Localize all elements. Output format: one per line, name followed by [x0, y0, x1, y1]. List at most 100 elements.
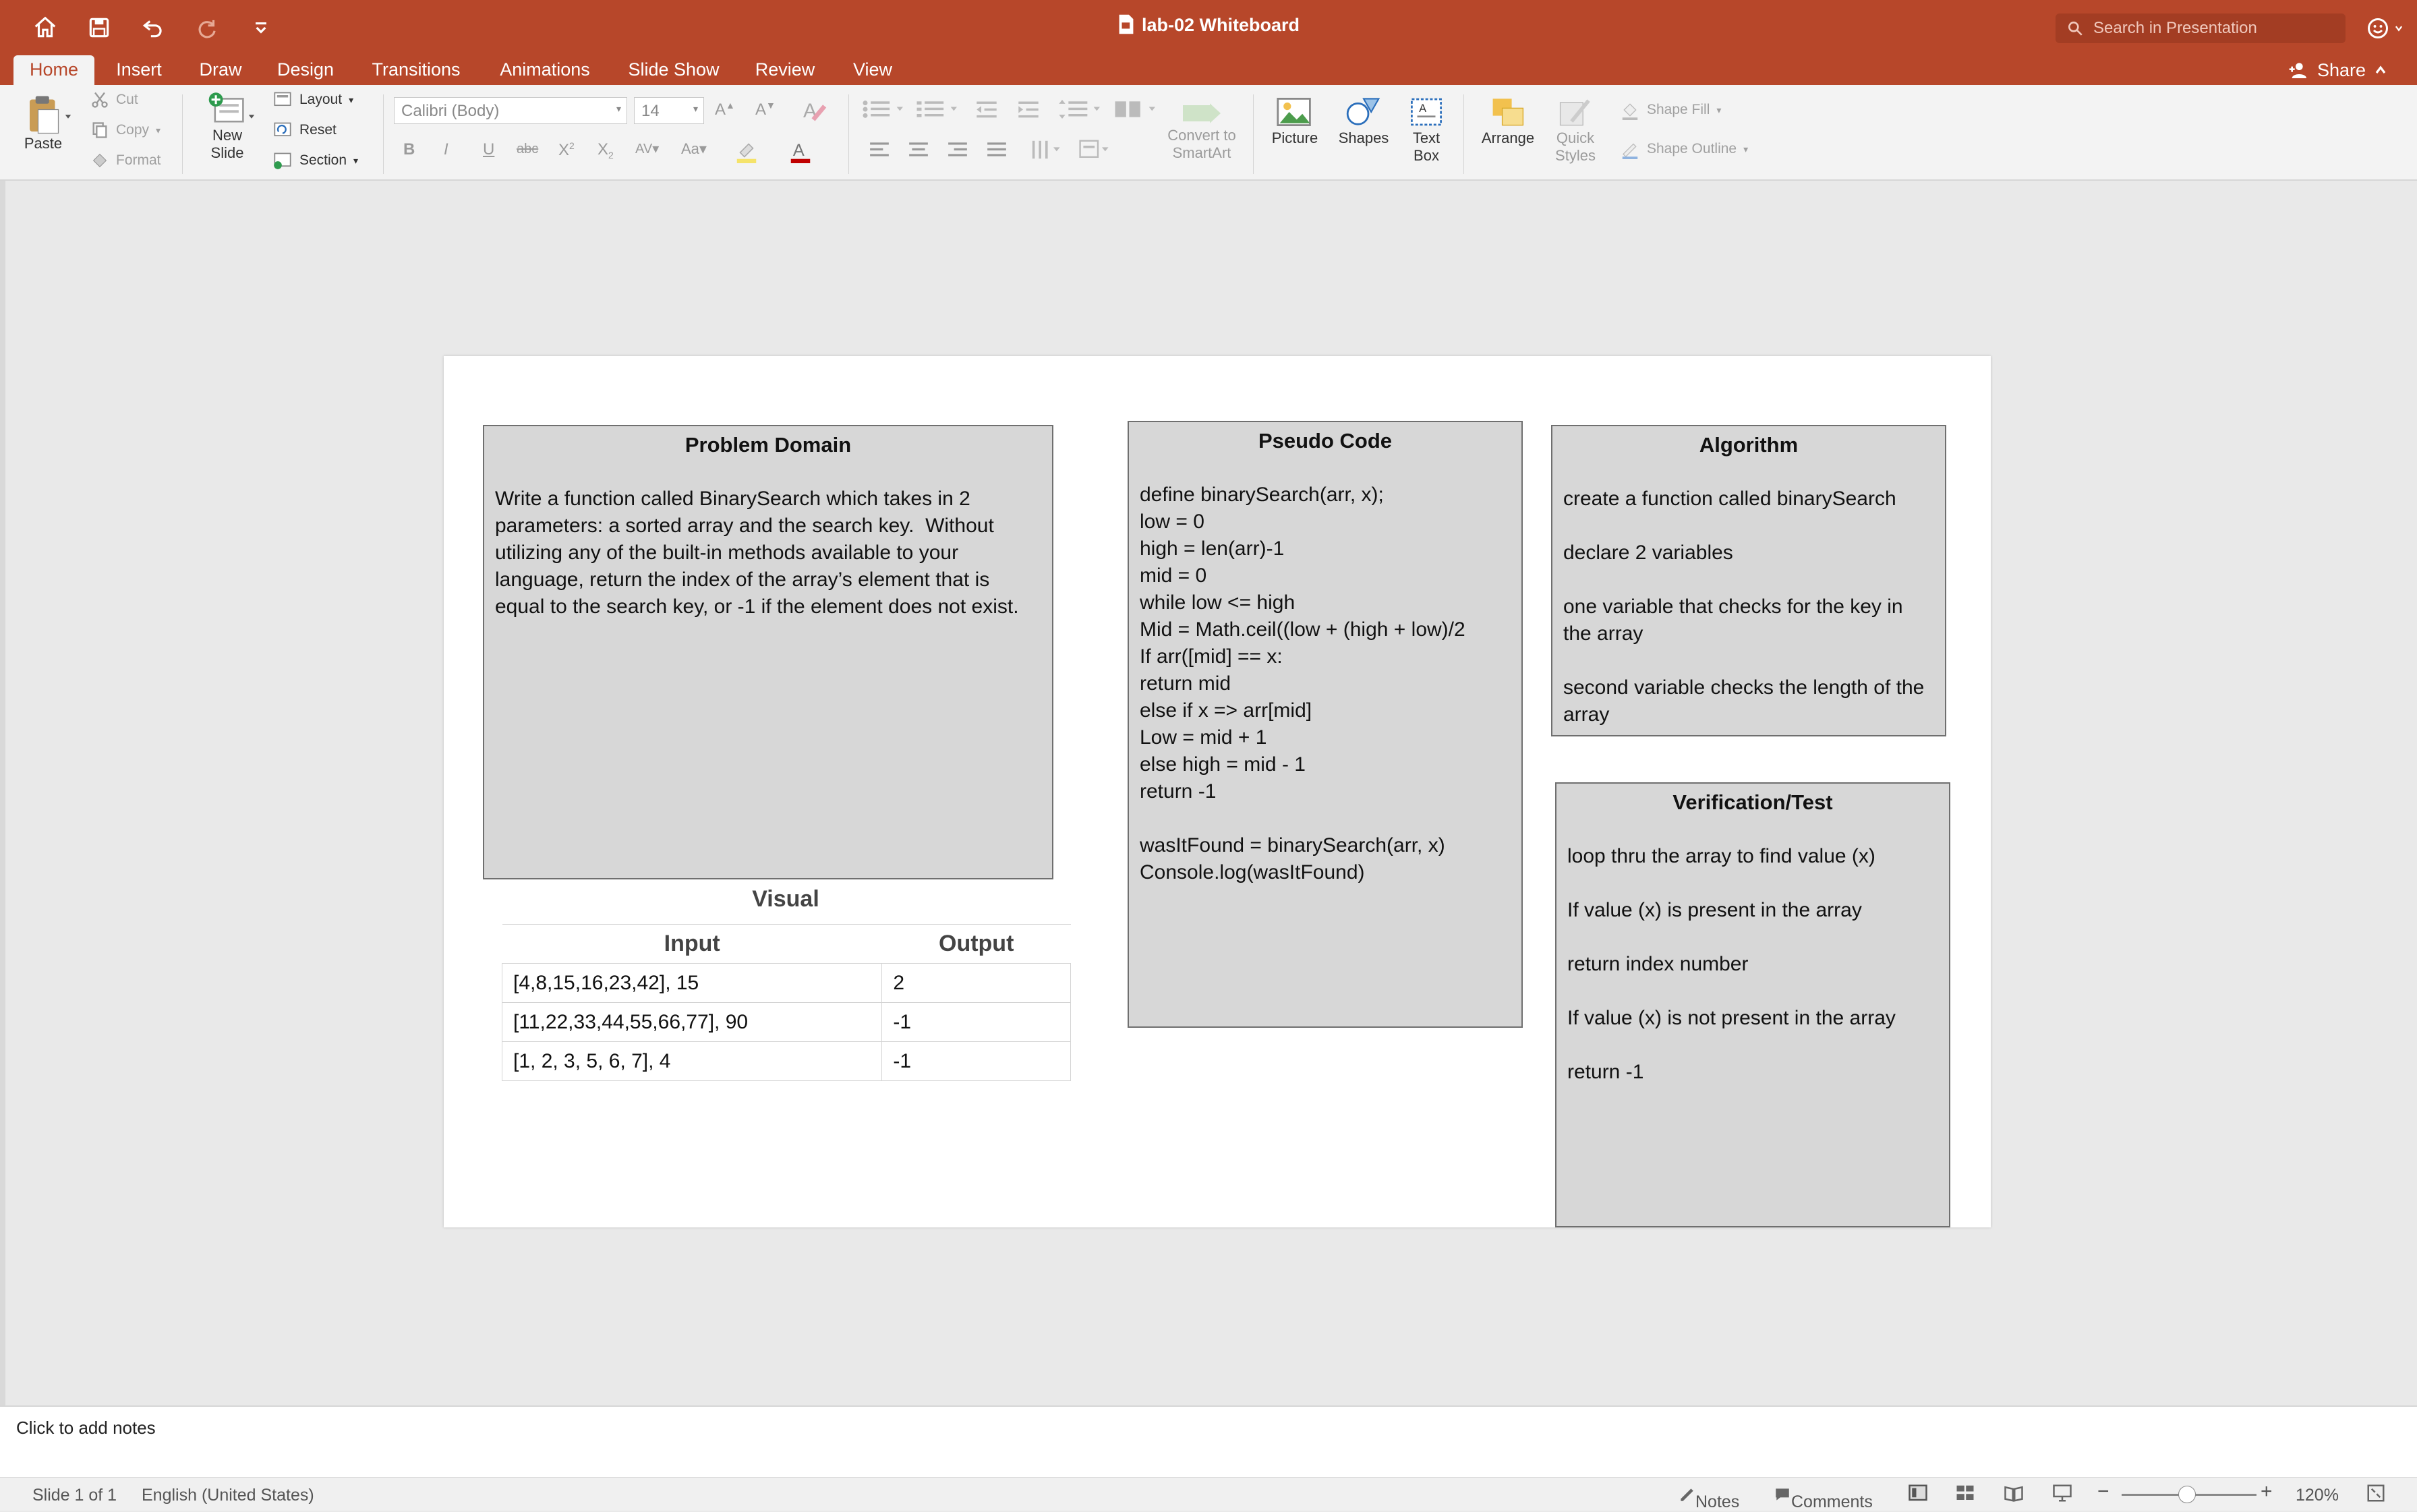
algorithm-box[interactable]: Algorithm create a function called binar…	[1551, 425, 1946, 736]
align-text-icon[interactable]	[1075, 138, 1113, 167]
strikethrough-icon[interactable]: abc	[517, 142, 538, 157]
clear-formatting-icon[interactable]: A	[800, 97, 827, 129]
verification-blank-line	[1567, 870, 1938, 897]
paste-button[interactable]: Paste	[12, 94, 74, 152]
algorithm-blank-line	[1563, 513, 1934, 540]
table-row: [1, 2, 3, 5, 6, 7], 4 -1	[501, 1041, 1071, 1081]
slide-sorter-icon[interactable]	[1954, 1483, 1976, 1508]
comment-icon	[1776, 1488, 1789, 1501]
layout-label: Layout	[299, 92, 343, 107]
align-right-icon[interactable]	[944, 139, 971, 165]
picture-button[interactable]: Picture	[1262, 94, 1327, 147]
shapes-button[interactable]: Shapes	[1333, 94, 1395, 147]
font-color-icon[interactable]: A	[788, 138, 813, 168]
pseudo-code-title: Pseudo Code	[1258, 429, 1393, 453]
superscript-icon[interactable]: X2	[558, 140, 575, 160]
share-button[interactable]: Share	[2288, 55, 2387, 85]
paste-dropdown-icon[interactable]	[63, 112, 73, 121]
zoom-out-icon[interactable]: −	[2097, 1480, 2109, 1503]
new-slide-icon	[208, 92, 244, 123]
new-slide-dropdown-icon[interactable]	[247, 112, 256, 121]
shape-fill-button[interactable]: Shape Fill ▾	[1620, 100, 1721, 120]
quick-styles-label-2: Styles	[1555, 147, 1596, 164]
quick-styles-button[interactable]: Quick Styles	[1544, 94, 1606, 165]
section-button[interactable]: Section ▾	[272, 151, 358, 170]
tab-transitions[interactable]: Transitions	[364, 55, 468, 85]
reading-view-icon[interactable]	[2003, 1483, 2025, 1508]
tab-view[interactable]: View	[846, 55, 900, 85]
table-row: [11,22,33,44,55,66,77], 90 -1	[501, 1002, 1071, 1042]
verification-line: return -1	[1567, 1061, 1644, 1083]
search-placeholder: Search in Presentation	[2093, 19, 2257, 37]
align-center-icon[interactable]	[905, 139, 932, 165]
italic-icon[interactable]: I	[444, 140, 448, 159]
font-name-dropdown[interactable]: Calibri (Body) ▾	[394, 97, 627, 124]
decrease-indent-icon[interactable]	[970, 98, 1003, 126]
font-size-dropdown[interactable]: 14 ▾	[634, 97, 704, 124]
language-indicator[interactable]: English (United States)	[142, 1486, 314, 1505]
zoom-level[interactable]: 120%	[2296, 1486, 2339, 1505]
new-slide-button[interactable]: New Slide	[196, 92, 259, 162]
increase-indent-icon[interactable]	[1012, 98, 1045, 126]
pseudo-code-box[interactable]: Pseudo Code define binarySearch(arr, x);…	[1128, 421, 1523, 1028]
shape-outline-label: Shape Outline	[1647, 141, 1737, 156]
decrease-font-size-icon[interactable]: A▼	[755, 100, 776, 119]
line-spacing-icon[interactable]	[1057, 97, 1105, 126]
change-case-icon[interactable]: Aa▾	[681, 140, 707, 158]
reset-button[interactable]: Reset	[272, 121, 337, 140]
visual-table[interactable]: Input Output [4,8,15,16,23,42], 15 2 [11…	[501, 924, 1071, 1081]
format-label: Format	[116, 152, 161, 168]
tab-review[interactable]: Review	[750, 55, 820, 85]
character-spacing-icon[interactable]: AV▾	[635, 140, 659, 157]
cut-label: Cut	[116, 92, 138, 107]
algorithm-line: second variable checks the length of the…	[1563, 676, 1930, 726]
underline-icon[interactable]: U	[483, 140, 494, 159]
add-person-icon	[2289, 63, 2306, 78]
layout-button[interactable]: Layout ▾	[272, 90, 353, 109]
search-input[interactable]: Search in Presentation	[2056, 13, 2346, 43]
arrange-button[interactable]: Arrange	[1474, 94, 1542, 147]
shapes-label: Shapes	[1338, 129, 1389, 146]
shape-outline-button[interactable]: Shape Outline ▾	[1620, 139, 1748, 159]
normal-view-icon[interactable]	[1907, 1483, 1929, 1508]
text-direction-icon[interactable]	[1026, 138, 1064, 167]
verification-line: loop thru the array to find value (x)	[1567, 845, 1875, 867]
verification-blank-line	[1567, 924, 1938, 951]
notes-toggle-button[interactable]: Notes	[1678, 1484, 1739, 1511]
status-bar: Slide 1 of 1 English (United States) Not…	[0, 1477, 2417, 1511]
problem-domain-box[interactable]: Problem Domain Write a function called B…	[483, 425, 1053, 879]
zoom-slider-thumb[interactable]	[2178, 1486, 2196, 1503]
notes-pane[interactable]: Click to add notes	[0, 1405, 2417, 1477]
highlight-color-icon[interactable]	[734, 138, 759, 168]
numbering-icon[interactable]	[914, 97, 962, 126]
slide-show-icon[interactable]	[2051, 1483, 2073, 1508]
feedback-smiley-icon[interactable]	[2366, 13, 2406, 43]
notes-icon	[1681, 1488, 1693, 1501]
tab-insert[interactable]: Insert	[107, 55, 171, 85]
tab-home[interactable]: Home	[13, 55, 94, 85]
columns-icon[interactable]	[1113, 97, 1160, 126]
slide-editing-canvas[interactable]: Problem Domain Write a function called B…	[0, 181, 2417, 1405]
tab-design[interactable]: Design	[268, 55, 343, 85]
tab-animations[interactable]: Animations	[492, 55, 598, 85]
bold-icon[interactable]: B	[403, 140, 415, 159]
collapse-ribbon-icon[interactable]	[2374, 63, 2387, 77]
verification-test-box[interactable]: Verification/Test loop thru the array to…	[1555, 782, 1950, 1227]
subscript-icon[interactable]: X2	[598, 140, 614, 161]
zoom-in-icon[interactable]: +	[2261, 1480, 2273, 1503]
justify-icon[interactable]	[983, 139, 1010, 165]
slide-1[interactable]: Problem Domain Write a function called B…	[444, 356, 1991, 1227]
comments-button[interactable]: Comments	[1774, 1484, 1873, 1511]
copy-button[interactable]: Copy ▾	[90, 121, 161, 140]
text-box-button[interactable]: A Text Box	[1401, 94, 1451, 165]
increase-font-size-icon[interactable]: A▲	[715, 100, 735, 119]
fit-to-window-icon[interactable]	[2366, 1483, 2386, 1508]
cut-button[interactable]: Cut	[90, 90, 138, 109]
copy-icon	[92, 122, 107, 138]
tab-draw[interactable]: Draw	[192, 55, 250, 85]
format-painter-button[interactable]: Format	[90, 151, 161, 170]
align-left-icon[interactable]	[866, 139, 893, 165]
tab-slide-show[interactable]: Slide Show	[623, 55, 724, 85]
convert-to-smartart-button[interactable]: Convert to SmartArt	[1156, 100, 1248, 162]
bullets-icon[interactable]	[861, 97, 908, 126]
